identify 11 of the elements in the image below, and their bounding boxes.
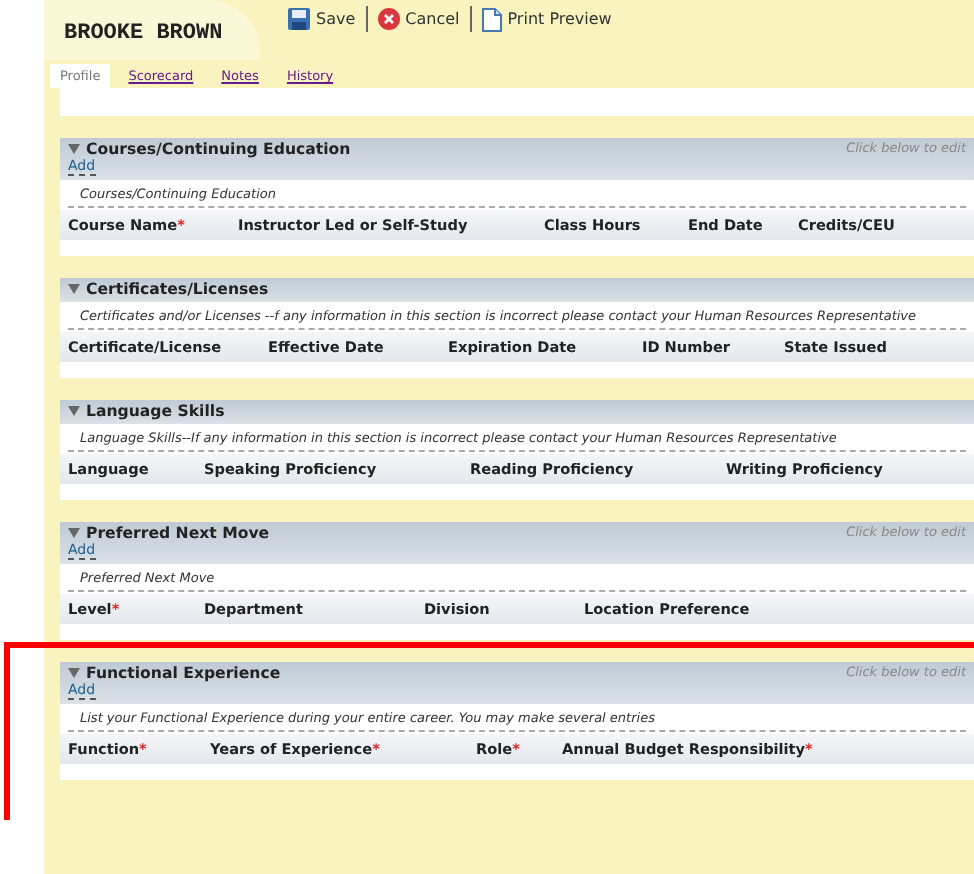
cancel-button[interactable]: Cancel [377, 8, 460, 30]
document-icon [481, 7, 502, 31]
caret-icon [68, 144, 80, 154]
caret-icon [68, 284, 80, 294]
caret-icon [68, 528, 80, 538]
print-preview-button[interactable]: Print Preview [481, 7, 612, 31]
employee-name: BROOKE BROWN [44, 0, 260, 60]
save-button[interactable]: Save [288, 8, 356, 30]
caret-icon [68, 406, 80, 416]
cancel-icon [377, 8, 400, 30]
caret-icon [68, 668, 80, 678]
